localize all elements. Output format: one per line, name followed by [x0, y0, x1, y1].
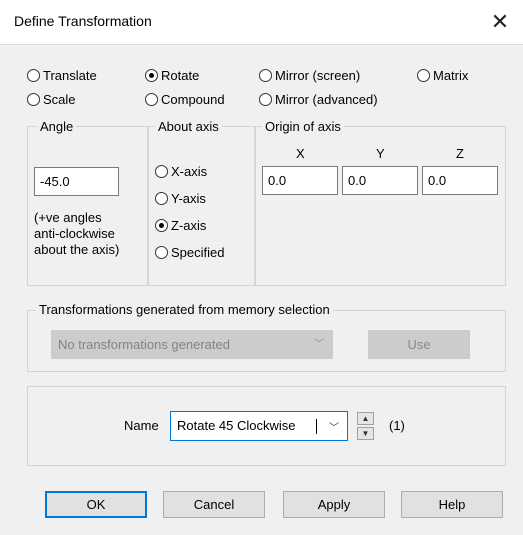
radio-z-axis-label: Z-axis — [171, 217, 207, 233]
radio-rotate[interactable]: Rotate — [145, 66, 199, 84]
about-axis-group-label: About axis — [155, 119, 222, 134]
radio-y-axis-label: Y-axis — [171, 190, 206, 206]
origin-x-label: X — [296, 146, 305, 161]
title-bar: Define Transformation ✕ — [0, 0, 523, 45]
radio-x-axis-label: X-axis — [171, 163, 208, 179]
name-count: (1) — [389, 418, 405, 433]
radio-circle — [417, 68, 430, 82]
text-caret — [316, 419, 317, 434]
radio-specified-label: Specified — [171, 244, 225, 260]
radio-z-axis[interactable]: Z-axis — [155, 216, 206, 234]
radio-circle-selected — [145, 68, 158, 82]
name-value: Rotate 45 Clockwise — [177, 418, 296, 433]
origin-y-input[interactable]: 0.0 — [342, 166, 418, 195]
cancel-button[interactable]: Cancel — [163, 491, 265, 518]
radio-compound[interactable]: Compound — [145, 90, 225, 108]
origin-group-label: Origin of axis — [262, 119, 344, 134]
radio-circle — [155, 245, 168, 259]
radio-y-axis[interactable]: Y-axis — [155, 189, 206, 207]
angle-group-label: Angle — [37, 119, 77, 134]
chevron-down-icon: ﹀ — [314, 339, 324, 350]
radio-scale-label: Scale — [43, 91, 76, 107]
origin-x-input[interactable]: 0.0 — [262, 166, 338, 195]
close-icon[interactable]: ✕ — [477, 0, 523, 44]
memory-selection-group-label: Transformations generated from memory se… — [36, 302, 333, 317]
radio-mirror-screen-label: Mirror (screen) — [275, 67, 361, 83]
ok-button[interactable]: OK — [45, 491, 147, 518]
radio-matrix[interactable]: Matrix — [417, 66, 468, 84]
name-label: Name — [124, 418, 159, 433]
radio-mirror-advanced-label: Mirror (advanced) — [275, 91, 378, 107]
radio-translate[interactable]: Translate — [27, 66, 97, 84]
spin-up-button[interactable]: ▲ — [357, 412, 374, 425]
arrow-up-icon: ▲ — [361, 414, 370, 423]
window-title: Define Transformation — [14, 13, 152, 29]
spin-down-button[interactable]: ▼ — [357, 427, 374, 440]
angle-hint-line2: anti-clockwise — [34, 226, 115, 241]
radio-mirror-advanced[interactable]: Mirror (advanced) — [259, 90, 378, 108]
angle-input[interactable]: -45.0 — [34, 167, 119, 196]
radio-matrix-label: Matrix — [433, 67, 469, 83]
origin-z-label: Z — [456, 146, 464, 161]
origin-y-label: Y — [376, 146, 385, 161]
angle-hint-line3: about the axis) — [34, 242, 120, 257]
memory-dropdown-value: No transformations generated — [58, 337, 230, 352]
use-button: Use — [368, 330, 470, 359]
angle-group — [27, 126, 148, 286]
radio-scale[interactable]: Scale — [27, 90, 76, 108]
radio-x-axis[interactable]: X-axis — [155, 162, 207, 180]
radio-specified[interactable]: Specified — [155, 243, 224, 261]
radio-circle — [27, 68, 40, 82]
radio-circle — [259, 92, 272, 106]
radio-circle — [145, 92, 158, 106]
radio-translate-label: Translate — [43, 67, 97, 83]
help-button[interactable]: Help — [401, 491, 503, 518]
apply-button[interactable]: Apply — [283, 491, 385, 518]
radio-compound-label: Compound — [161, 91, 225, 107]
angle-hint-line1: (+ve angles — [34, 210, 102, 225]
origin-z-input[interactable]: 0.0 — [422, 166, 498, 195]
radio-circle — [27, 92, 40, 106]
radio-circle — [259, 68, 272, 82]
radio-rotate-label: Rotate — [161, 67, 200, 83]
radio-circle-selected — [155, 218, 168, 232]
radio-circle — [155, 191, 168, 205]
chevron-down-icon[interactable]: ﹀ — [329, 419, 339, 434]
memory-transformations-dropdown: No transformations generated ﹀ — [51, 330, 333, 359]
radio-circle — [155, 164, 168, 178]
name-combobox[interactable]: Rotate 45 Clockwise ﹀ — [170, 411, 348, 441]
radio-mirror-screen[interactable]: Mirror (screen) — [259, 66, 360, 84]
arrow-down-icon: ▼ — [361, 429, 370, 438]
